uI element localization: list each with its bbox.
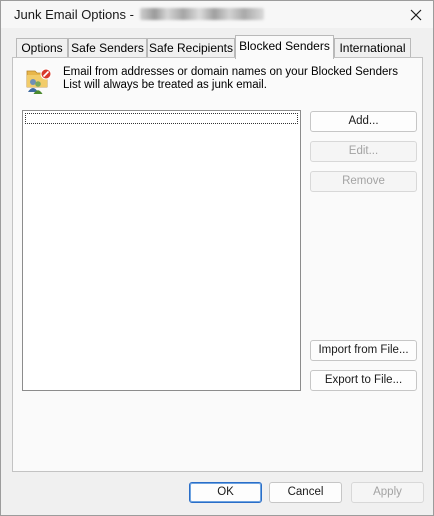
export-to-file-button[interactable]: Export to File... <box>310 370 417 391</box>
cancel-button[interactable]: Cancel <box>269 482 342 503</box>
tab-international[interactable]: International <box>334 38 411 58</box>
ok-button[interactable]: OK <box>189 482 262 503</box>
title-bar[interactable]: Junk Email Options - <box>1 1 433 28</box>
tab-blocked-senders[interactable]: Blocked Senders <box>235 35 334 59</box>
add-button[interactable]: Add... <box>310 111 417 132</box>
junk-email-options-dialog: Junk Email Options - Options Safe Sender… <box>0 0 434 516</box>
blocked-senders-description: Email from addresses or domain names on … <box>63 66 398 91</box>
import-from-file-button[interactable]: Import from File... <box>310 340 417 361</box>
blocked-senders-list[interactable] <box>22 110 301 391</box>
window-title-prefix: Junk Email Options - <box>14 7 138 22</box>
edit-button[interactable]: Edit... <box>310 141 417 162</box>
close-icon <box>410 9 422 20</box>
list-focus-rectangle <box>25 113 298 124</box>
apply-button[interactable]: Apply <box>351 482 424 503</box>
tab-safe-recipients[interactable]: Safe Recipients <box>147 38 235 58</box>
blocked-senders-icon <box>26 68 52 94</box>
close-button[interactable] <box>399 1 433 28</box>
blocked-senders-panel: Email from addresses or domain names on … <box>12 57 423 472</box>
remove-button[interactable]: Remove <box>310 171 417 192</box>
window-title: Junk Email Options - <box>14 7 264 22</box>
tab-safe-senders[interactable]: Safe Senders <box>68 38 147 58</box>
tab-options[interactable]: Options <box>16 38 68 58</box>
redacted-account-name <box>139 8 264 20</box>
